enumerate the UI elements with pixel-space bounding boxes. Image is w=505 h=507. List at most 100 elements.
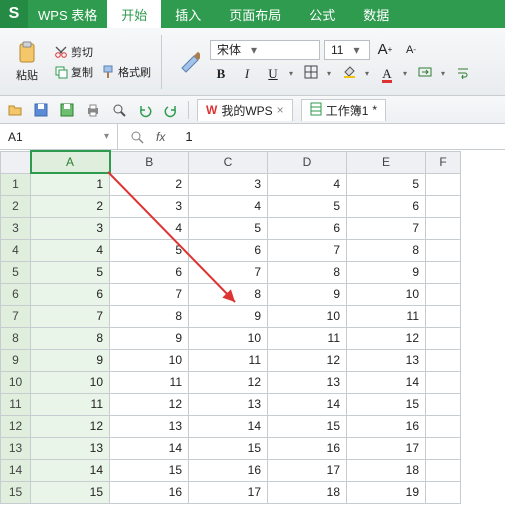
cell[interactable] [426, 217, 461, 239]
row-header-11[interactable]: 11 [1, 393, 31, 415]
cell[interactable] [426, 173, 461, 195]
borders-dropdown[interactable]: ▾ [324, 69, 334, 78]
cell[interactable]: 6 [347, 195, 426, 217]
cell[interactable]: 11 [110, 371, 189, 393]
cell[interactable]: 9 [347, 261, 426, 283]
cell[interactable]: 10 [110, 349, 189, 371]
cell[interactable]: 15 [31, 481, 110, 503]
row-header-14[interactable]: 14 [1, 459, 31, 481]
cell[interactable]: 4 [268, 173, 347, 195]
row-header-12[interactable]: 12 [1, 415, 31, 437]
cell[interactable]: 13 [31, 437, 110, 459]
cell[interactable]: 4 [31, 239, 110, 261]
cell[interactable]: 5 [347, 173, 426, 195]
row-header-8[interactable]: 8 [1, 327, 31, 349]
open-icon[interactable] [6, 101, 24, 119]
wrap-text-button[interactable] [452, 64, 474, 84]
cell[interactable]: 7 [110, 283, 189, 305]
row-header-13[interactable]: 13 [1, 437, 31, 459]
copy-button[interactable]: 复制 [52, 63, 95, 81]
close-icon[interactable]: × [277, 103, 284, 117]
cell[interactable]: 5 [31, 261, 110, 283]
cell[interactable]: 13 [347, 349, 426, 371]
cell[interactable] [426, 393, 461, 415]
cell[interactable]: 9 [31, 349, 110, 371]
font-color-button[interactable]: A [376, 64, 398, 84]
cell[interactable] [426, 415, 461, 437]
row-header-3[interactable]: 3 [1, 217, 31, 239]
cell[interactable]: 8 [268, 261, 347, 283]
row-header-15[interactable]: 15 [1, 481, 31, 503]
cell[interactable]: 2 [31, 195, 110, 217]
col-header-C[interactable]: C [189, 151, 268, 173]
cell[interactable]: 12 [31, 415, 110, 437]
format-painter-big[interactable] [170, 33, 206, 91]
cell[interactable]: 13 [110, 415, 189, 437]
cell[interactable]: 15 [268, 415, 347, 437]
italic-button[interactable]: I [236, 64, 258, 84]
row-header-1[interactable]: 1 [1, 173, 31, 195]
font-size-combo[interactable]: 11 ▾ [324, 40, 370, 60]
menu-pagelayout[interactable]: 页面布局 [215, 0, 295, 28]
cell[interactable] [426, 459, 461, 481]
cell[interactable]: 6 [110, 261, 189, 283]
cell[interactable] [426, 283, 461, 305]
cell[interactable] [426, 261, 461, 283]
cell[interactable] [426, 305, 461, 327]
cell[interactable]: 10 [31, 371, 110, 393]
cell[interactable]: 8 [31, 327, 110, 349]
cell[interactable]: 14 [110, 437, 189, 459]
cell[interactable]: 14 [189, 415, 268, 437]
cell[interactable]: 15 [189, 437, 268, 459]
cell[interactable]: 18 [268, 481, 347, 503]
cell[interactable]: 12 [189, 371, 268, 393]
row-header-4[interactable]: 4 [1, 239, 31, 261]
font-name-combo[interactable]: 宋体 ▾ [210, 40, 320, 60]
cell[interactable]: 13 [189, 393, 268, 415]
cell[interactable]: 12 [110, 393, 189, 415]
cell[interactable]: 17 [268, 459, 347, 481]
row-header-6[interactable]: 6 [1, 283, 31, 305]
cell[interactable]: 18 [347, 459, 426, 481]
cell[interactable]: 10 [268, 305, 347, 327]
col-header-A[interactable]: A [31, 151, 110, 173]
cell[interactable]: 13 [268, 371, 347, 393]
col-header-F[interactable]: F [426, 151, 461, 173]
cell[interactable]: 11 [189, 349, 268, 371]
cell[interactable]: 7 [189, 261, 268, 283]
cell[interactable]: 15 [347, 393, 426, 415]
cell[interactable] [426, 327, 461, 349]
cell[interactable]: 6 [268, 217, 347, 239]
paste-button[interactable]: 粘贴 [6, 33, 48, 91]
cell[interactable]: 16 [110, 481, 189, 503]
cell[interactable]: 10 [347, 283, 426, 305]
cell[interactable]: 11 [347, 305, 426, 327]
cell[interactable]: 5 [110, 239, 189, 261]
row-header-10[interactable]: 10 [1, 371, 31, 393]
print-preview-icon[interactable] [110, 101, 128, 119]
menu-formulas[interactable]: 公式 [295, 0, 349, 28]
merge-cells-button[interactable] [414, 64, 436, 84]
cell[interactable]: 8 [110, 305, 189, 327]
row-header-7[interactable]: 7 [1, 305, 31, 327]
row-header-9[interactable]: 9 [1, 349, 31, 371]
fx-label[interactable]: fx [156, 130, 165, 144]
col-header-D[interactable]: D [268, 151, 347, 173]
cell[interactable] [426, 195, 461, 217]
workbook-tab[interactable]: 工作簿1 * [301, 99, 386, 121]
cell[interactable]: 2 [110, 173, 189, 195]
cell[interactable]: 4 [189, 195, 268, 217]
cell[interactable]: 3 [110, 195, 189, 217]
cell[interactable]: 12 [268, 349, 347, 371]
cell[interactable]: 11 [268, 327, 347, 349]
increase-font-button[interactable]: A+ [374, 40, 396, 60]
menu-start[interactable]: 开始 [107, 0, 161, 28]
fill-color-button[interactable] [338, 64, 360, 84]
format-painter-button[interactable]: 格式刷 [99, 63, 153, 81]
cell[interactable]: 5 [189, 217, 268, 239]
save-as-icon[interactable] [58, 101, 76, 119]
cell[interactable]: 11 [31, 393, 110, 415]
decrease-font-button[interactable]: A- [400, 40, 422, 60]
row-header-2[interactable]: 2 [1, 195, 31, 217]
cell[interactable]: 8 [189, 283, 268, 305]
